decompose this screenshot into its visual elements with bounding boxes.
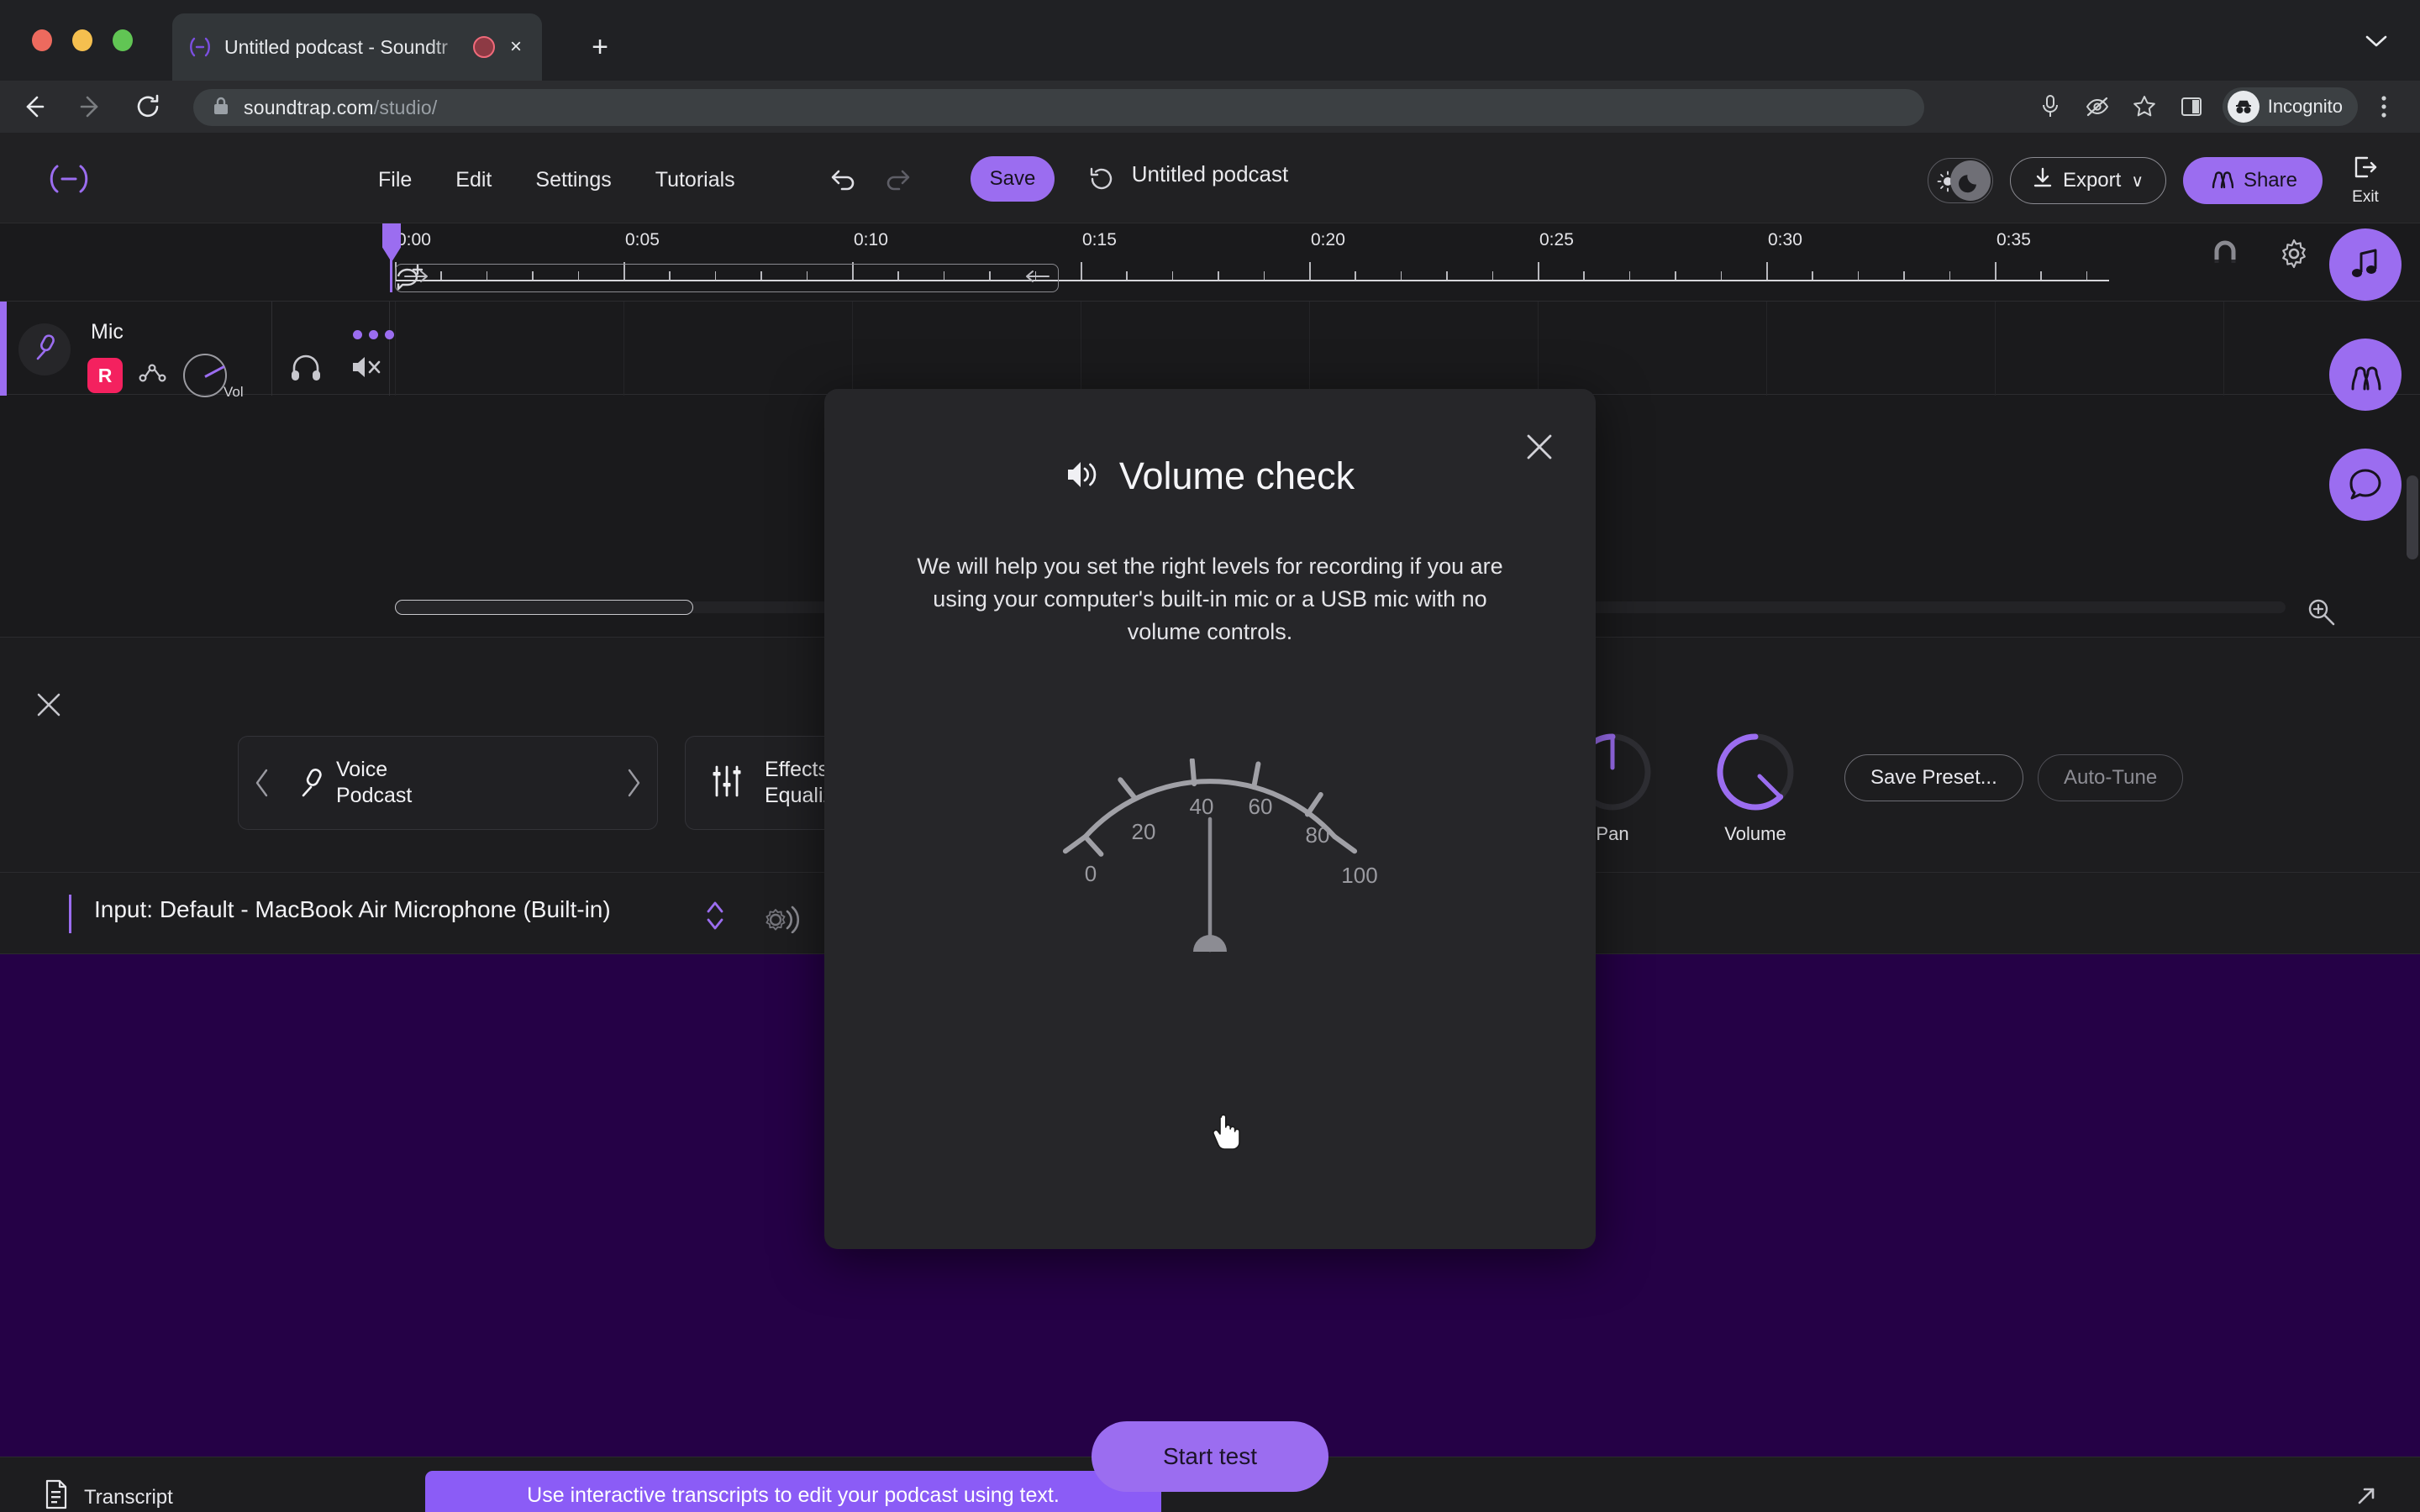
svg-text:0: 0 — [1085, 861, 1097, 886]
svg-text:60: 60 — [1249, 794, 1273, 819]
moon-icon — [1958, 170, 1982, 197]
screen-root: Untitled podcast - Soundtr × + soundtrap… — [0, 0, 2420, 1512]
svg-text:20: 20 — [1132, 819, 1156, 844]
svg-text:100: 100 — [1341, 863, 1377, 888]
volume-check-modal: Volume check We will help you set the ri… — [824, 389, 1596, 1492]
volume-gauge-meter: 0 20 40 60 80 100 — [1017, 758, 1403, 977]
svg-text:80: 80 — [1306, 822, 1330, 848]
svg-text:40: 40 — [1190, 794, 1214, 819]
modal-title: Volume check — [1118, 454, 1355, 497]
modal-layer: Volume check We will help you set the ri… — [0, 0, 2420, 1512]
modal-description: We will help you set the right levels fo… — [917, 554, 1503, 645]
modal-title-row: Volume check — [824, 454, 1596, 498]
speaker-wave-icon — [1065, 459, 1101, 495]
mouse-cursor-pointer — [1213, 1114, 1244, 1152]
start-test-button[interactable]: Start test — [1092, 1421, 1328, 1492]
